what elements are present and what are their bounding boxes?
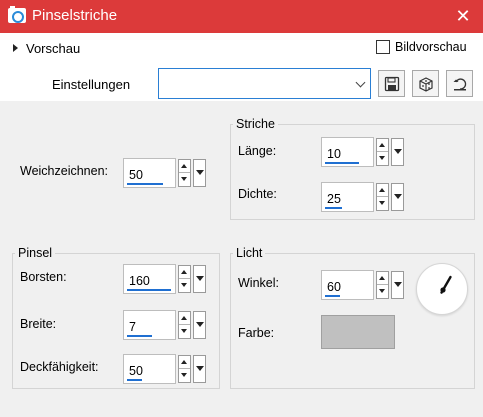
save-preset-button[interactable] [378,70,405,97]
angle-dial-needle-icon [440,275,452,294]
borsten-level-bar [127,289,171,291]
breite-stepper[interactable] [178,311,191,339]
decrement-arrow-icon[interactable] [179,173,190,186]
increment-arrow-icon[interactable] [179,312,190,325]
dichte-stepper[interactable] [376,183,389,211]
breite-value: 7 [129,320,136,334]
decrement-arrow-icon[interactable] [179,325,190,338]
floppy-disk-icon [384,76,400,92]
chevron-down-icon [355,77,366,88]
angle-dial[interactable] [416,263,468,315]
increment-arrow-icon[interactable] [179,266,190,279]
dichte-label: Dichte: [238,187,277,201]
breite-label: Breite: [20,317,57,331]
laenge-label: Länge: [238,144,277,158]
preview-toggle[interactable]: Vorschau [26,41,80,56]
increment-arrow-icon[interactable] [377,139,388,152]
laenge-level-bar [325,162,359,164]
winkel-spinner[interactable]: 60 [321,270,405,300]
dichte-value: 25 [327,192,341,206]
deckfaehigkeit-field[interactable]: 50 [123,354,176,384]
decrement-arrow-icon[interactable] [179,369,190,382]
borsten-label: Borsten: [20,270,67,284]
decrement-arrow-icon[interactable] [377,285,388,298]
weichzeichnen-field[interactable]: 50 [123,158,176,188]
winkel-label: Winkel: [238,276,279,290]
breite-spinner[interactable]: 7 [123,310,207,340]
laenge-dropdown-arrow-icon[interactable] [391,138,404,166]
dichte-field[interactable]: 25 [321,182,374,212]
color-swatch[interactable] [321,315,395,349]
random-preset-button[interactable] [412,70,439,97]
dichte-spinner[interactable]: 25 [321,182,405,212]
licht-group-title: Licht [233,246,266,260]
winkel-level-bar [325,295,340,297]
title-bar: Pinselstriche ✕ [0,0,483,33]
winkel-dropdown-arrow-icon[interactable] [391,271,404,299]
increment-arrow-icon[interactable] [377,272,388,285]
borsten-stepper[interactable] [178,265,191,293]
deckfaehigkeit-level-bar [127,379,142,381]
weichzeichnen-dropdown-arrow-icon[interactable] [193,159,206,187]
dice-icon [419,77,433,92]
weichzeichnen-stepper[interactable] [178,159,191,187]
laenge-value: 10 [327,147,341,161]
weichzeichnen-value: 50 [129,168,143,182]
deckfaehigkeit-label: Deckfähigkeit: [20,360,99,374]
deckfaehigkeit-value: 50 [129,364,143,378]
weichzeichnen-spinner[interactable]: 50 [123,158,207,188]
breite-field[interactable]: 7 [123,310,176,340]
farbe-label: Farbe: [238,326,275,340]
preset-dropdown[interactable] [158,68,371,99]
settings-label: Einstellungen [52,77,131,92]
striche-group-title: Striche [233,117,278,131]
breite-level-bar [127,335,152,337]
deckfaehigkeit-dropdown-arrow-icon[interactable] [193,355,206,383]
weichzeichnen-label: Weichzeichnen: [20,164,109,178]
reset-icon [453,78,467,91]
bildvorschau-label: Bildvorschau [395,40,467,54]
increment-arrow-icon[interactable] [179,356,190,369]
increment-arrow-icon[interactable] [179,160,190,173]
decrement-arrow-icon[interactable] [377,152,388,165]
borsten-spinner[interactable]: 160 [123,264,207,294]
winkel-stepper[interactable] [376,271,389,299]
bildvorschau-checkbox[interactable] [376,40,390,54]
breite-dropdown-arrow-icon[interactable] [193,311,206,339]
deckfaehigkeit-spinner[interactable]: 50 [123,354,207,384]
expand-arrow-icon[interactable] [13,44,18,52]
laenge-stepper[interactable] [376,138,389,166]
camera-icon [8,6,26,23]
reset-preset-button[interactable] [446,70,473,97]
winkel-field[interactable]: 60 [321,270,374,300]
window-title: Pinselstriche [32,7,118,24]
borsten-field[interactable]: 160 [123,264,176,294]
dichte-level-bar [325,207,342,209]
borsten-value: 160 [129,274,150,288]
laenge-field[interactable]: 10 [321,137,374,167]
borsten-dropdown-arrow-icon[interactable] [193,265,206,293]
laenge-spinner[interactable]: 10 [321,137,405,167]
increment-arrow-icon[interactable] [377,184,388,197]
deckfaehigkeit-stepper[interactable] [178,355,191,383]
weichzeichnen-level-bar [127,183,163,185]
winkel-value: 60 [327,280,341,294]
dichte-dropdown-arrow-icon[interactable] [391,183,404,211]
decrement-arrow-icon[interactable] [377,197,388,210]
decrement-arrow-icon[interactable] [179,279,190,292]
pinsel-group-title: Pinsel [15,246,56,260]
close-button[interactable]: ✕ [451,4,475,28]
